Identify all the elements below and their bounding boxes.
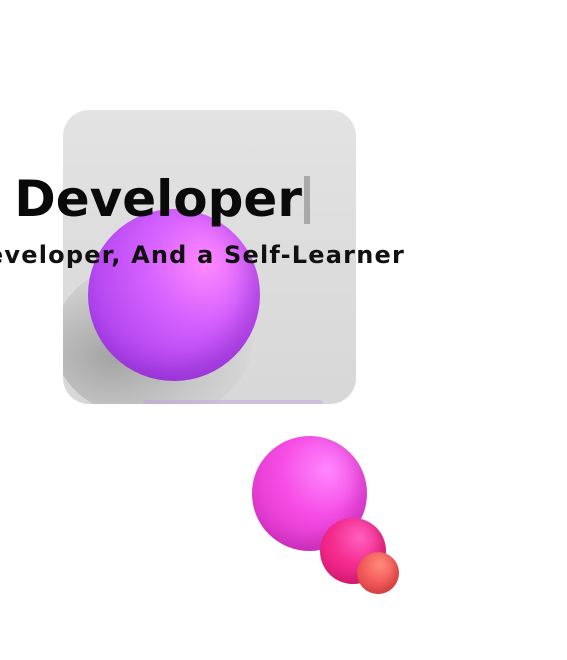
card-highlight xyxy=(143,400,323,404)
coral-sphere xyxy=(357,552,399,594)
hero-section: Full Stack Web and Developer A Web Devel… xyxy=(0,0,567,660)
violet-sphere xyxy=(88,209,260,381)
hero-subheadline: A Web Developer, App Developer, And a Se… xyxy=(0,241,405,269)
hero-headline: Full Stack Web and Developer xyxy=(0,170,302,228)
typing-cursor xyxy=(304,176,310,224)
